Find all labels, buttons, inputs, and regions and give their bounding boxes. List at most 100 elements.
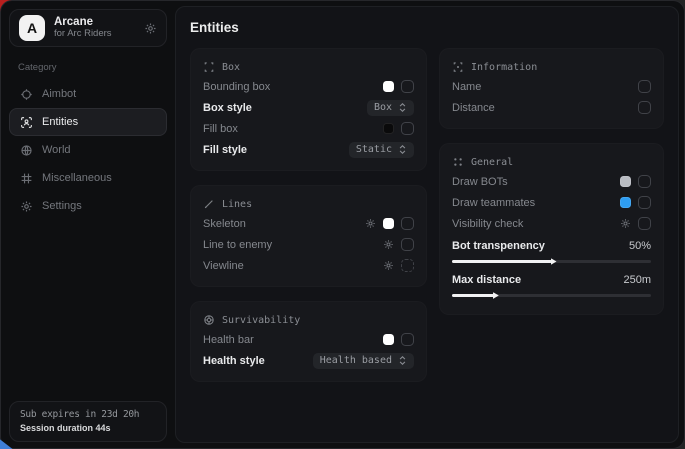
setting-row-line-to-enemy: Line to enemy xyxy=(203,234,414,255)
color-swatch[interactable] xyxy=(383,123,394,134)
sidebar-item-miscellaneous[interactable]: Miscellaneous xyxy=(9,164,167,192)
dots-grid-icon xyxy=(452,156,464,168)
color-swatch[interactable] xyxy=(383,218,394,229)
setting-row-bounding-box: Bounding box xyxy=(203,76,414,97)
color-swatch[interactable] xyxy=(383,81,394,92)
health-style-dropdown[interactable]: Health based xyxy=(313,353,414,369)
setting-label: Bounding box xyxy=(203,81,383,93)
checkbox[interactable] xyxy=(638,80,651,93)
sidebar-nav: Aimbot Entities World Miscellaneous xyxy=(9,80,167,220)
setting-row-draw-bots: Draw BOTs xyxy=(452,171,651,192)
setting-row-box-style: Box style Box xyxy=(203,97,414,118)
setting-row-fill-box: Fill box xyxy=(203,118,414,139)
sidebar-item-label: Settings xyxy=(42,200,82,212)
entities-icon xyxy=(20,116,33,129)
color-swatch[interactable] xyxy=(620,176,631,187)
slider-thumb[interactable] xyxy=(493,292,499,299)
sidebar-item-label: Aimbot xyxy=(42,88,76,100)
setting-label: Draw BOTs xyxy=(452,176,620,188)
row-settings-gear-icon[interactable] xyxy=(383,239,394,250)
slider-label: Bot transpenency xyxy=(452,240,629,252)
chevron-up-down-icon xyxy=(398,102,407,113)
session-duration-text: Session duration 44s xyxy=(20,423,156,433)
checkbox[interactable] xyxy=(401,80,414,93)
setting-label: Visibility check xyxy=(452,218,620,230)
setting-label: Line to enemy xyxy=(203,239,383,251)
sidebar-item-label: Entities xyxy=(42,116,78,128)
color-swatch[interactable] xyxy=(620,197,631,208)
slider-thumb[interactable] xyxy=(551,258,557,265)
card-title: General xyxy=(471,157,513,168)
bot-transparency-slider-group: Bot transpenency 50% xyxy=(452,236,651,263)
lifebuoy-icon xyxy=(203,314,215,326)
slider-label: Max distance xyxy=(452,274,623,286)
card-title: Survivability xyxy=(222,315,300,326)
setting-row-viewline: Viewline xyxy=(203,255,414,276)
checkbox[interactable] xyxy=(638,217,651,230)
card-title: Lines xyxy=(222,199,252,210)
chevron-up-down-icon xyxy=(398,355,407,366)
row-settings-gear-icon[interactable] xyxy=(383,260,394,271)
subscription-card: Sub expires in 23d 20h Session duration … xyxy=(9,401,167,442)
survivability-card: Survivability Health bar Health style He… xyxy=(190,301,427,382)
setting-label: Viewline xyxy=(203,260,383,272)
information-scan-icon xyxy=(452,61,464,73)
checkbox[interactable] xyxy=(638,101,651,114)
checkbox[interactable] xyxy=(401,217,414,230)
globe-icon xyxy=(20,144,33,157)
sidebar-item-settings[interactable]: Settings xyxy=(9,192,167,220)
gear-icon xyxy=(20,200,33,213)
setting-row-health-bar: Health bar xyxy=(203,329,414,350)
chevron-up-down-icon xyxy=(398,144,407,155)
crosshair-icon xyxy=(20,88,33,101)
checkbox[interactable] xyxy=(638,196,651,209)
grid-icon xyxy=(20,172,33,185)
setting-row-visibility-check: Visibility check xyxy=(452,213,651,234)
brand-card: A Arcane for Arc Riders xyxy=(9,9,167,47)
setting-label: Distance xyxy=(452,102,638,114)
card-title: Box xyxy=(222,62,240,73)
box-brackets-icon xyxy=(203,61,215,73)
sidebar-item-label: Miscellaneous xyxy=(42,172,112,184)
dropdown-value: Health based xyxy=(320,355,392,366)
checkbox[interactable] xyxy=(401,122,414,135)
checkbox[interactable] xyxy=(638,175,651,188)
setting-label: Name xyxy=(452,81,638,93)
checkbox[interactable] xyxy=(401,333,414,346)
setting-label: Fill style xyxy=(203,144,349,156)
checkbox[interactable] xyxy=(401,259,414,272)
setting-row-fill-style: Fill style Static xyxy=(203,139,414,160)
general-card: General Draw BOTs Draw teammates xyxy=(439,143,664,315)
box-style-dropdown[interactable]: Box xyxy=(367,100,414,116)
setting-label: Draw teammates xyxy=(452,197,620,209)
setting-row-name: Name xyxy=(452,76,651,97)
setting-row-draw-teammates: Draw teammates xyxy=(452,192,651,213)
row-settings-gear-icon[interactable] xyxy=(365,218,376,229)
box-card: Box Bounding box Box style Box xyxy=(190,48,427,171)
row-settings-gear-icon[interactable] xyxy=(620,218,631,229)
setting-row-distance: Distance xyxy=(452,97,651,118)
brand-settings-icon[interactable] xyxy=(144,22,157,35)
fill-style-dropdown[interactable]: Static xyxy=(349,142,414,158)
max-distance-slider[interactable] xyxy=(452,294,651,297)
bot-transparency-slider[interactable] xyxy=(452,260,651,263)
arcane-window: A Arcane for Arc Riders Category Aimbot xyxy=(0,0,685,449)
setting-label: Health style xyxy=(203,355,313,367)
information-card: Information Name Distance xyxy=(439,48,664,129)
max-distance-slider-group: Max distance 250m xyxy=(452,270,651,297)
color-swatch[interactable] xyxy=(383,334,394,345)
slider-value: 50% xyxy=(629,240,651,252)
app-subtitle: for Arc Riders xyxy=(54,29,135,40)
setting-label: Skeleton xyxy=(203,218,365,230)
category-label: Category xyxy=(18,62,167,73)
dropdown-value: Box xyxy=(374,102,392,113)
page-title: Entities xyxy=(190,20,664,35)
lines-card: Lines Skeleton Line to enemy xyxy=(190,185,427,287)
sidebar-item-aimbot[interactable]: Aimbot xyxy=(9,80,167,108)
checkbox[interactable] xyxy=(401,238,414,251)
sub-expiry-text: Sub expires in 23d 20h xyxy=(20,409,156,420)
sidebar-item-entities[interactable]: Entities xyxy=(9,108,167,136)
sidebar-item-world[interactable]: World xyxy=(9,136,167,164)
setting-row-health-style: Health style Health based xyxy=(203,350,414,371)
main-panel: Entities Box Bounding box xyxy=(175,6,679,443)
